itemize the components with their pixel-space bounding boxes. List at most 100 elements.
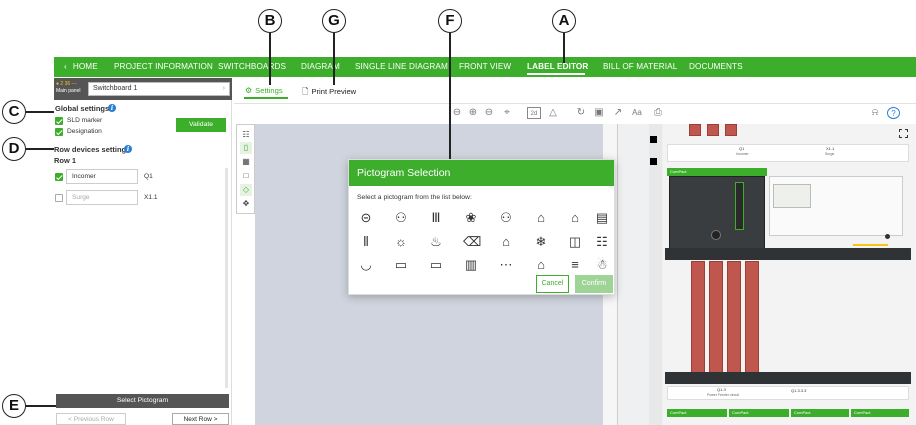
callout-g: G [322, 9, 346, 33]
nav-single-line-diagram[interactable]: SINGLE LINE DIAGRAM [355, 57, 448, 77]
label-q1333: Q1.3.3.3 [791, 388, 807, 393]
marker-square-2 [650, 158, 657, 165]
bathtub-pictogram-icon[interactable]: ◡ [358, 257, 374, 273]
garage-pictogram-icon[interactable]: ⌂ [498, 234, 514, 250]
wardrobe-pictogram-icon[interactable]: ◫ [567, 234, 583, 250]
text-icon[interactable]: Aa [631, 107, 643, 119]
incomer-breaker-knob [711, 230, 721, 240]
air-conditioner-pictogram-icon[interactable]: ▭ [428, 257, 444, 273]
grid-tool-icon[interactable]: ▦ [240, 156, 252, 168]
nav-front-view[interactable]: FRONT VIEW [459, 57, 511, 77]
water-heater-pictogram-icon[interactable]: ▭ [393, 257, 409, 273]
bottom-bolt-2 [715, 376, 719, 380]
snowflake-pictogram-icon[interactable]: ❄ [533, 234, 549, 250]
pictogram-selection-dialog: Pictogram Selection Select a pictogram f… [348, 159, 615, 295]
hierarchy-icon[interactable]: ☷ [240, 129, 252, 141]
callout-c-line [26, 111, 54, 113]
tag-tool-icon[interactable]: ◇ [240, 184, 252, 196]
book-tool-icon[interactable]: □ [240, 170, 252, 182]
incomer-checkbox[interactable] [55, 173, 63, 181]
front-view-panel: Q1 Incomer X1.1 Surge ComPact Q1.3 Power… [603, 124, 916, 425]
designation-checkbox[interactable] [55, 128, 63, 136]
incomer-device-label: ComPact [667, 168, 767, 176]
camera-icon[interactable]: ▣ [593, 107, 605, 119]
row-label: Row 1 [54, 156, 77, 165]
busbar-lower-3 [727, 261, 741, 373]
building-pictogram-icon[interactable]: ⌂ [533, 210, 549, 226]
fit-screen-icon[interactable]: ⌖ [501, 107, 513, 119]
plug-pictogram-icon[interactable]: ⌫ [463, 234, 481, 250]
settings-icon: ⚙ [245, 86, 253, 95]
floor-heating-pictogram-icon[interactable]: ≡ [567, 257, 583, 273]
previous-row-button[interactable]: < Previous Row [56, 413, 126, 425]
row-devices-info-icon[interactable]: i [124, 145, 132, 153]
switchboard-select[interactable]: Switchboard 1 › [88, 82, 230, 96]
left-panel-scrollbar[interactable] [225, 168, 228, 388]
fullscreen-icon[interactable] [899, 129, 908, 138]
incomer-id: Q1 [144, 173, 153, 180]
tabs-divider [234, 103, 916, 104]
motor-pictogram-icon[interactable]: ⊝ [358, 210, 374, 226]
nav-project-information[interactable]: PROJECT INFORMATION [114, 57, 213, 77]
label-q1-sub: Incomer [736, 152, 749, 156]
label-q13-sub: Power Feeder circuit [707, 393, 740, 397]
boiler-pictogram-icon[interactable]: ⌂ [533, 257, 549, 273]
bottom-bolt-4 [813, 376, 817, 380]
nav-switchboards[interactable]: SWITCHBOARDS [218, 57, 286, 77]
tab-settings[interactable]: ⚙ Settings [245, 86, 283, 95]
global-settings-info-icon[interactable]: i [108, 104, 116, 112]
surge-checkbox[interactable] [55, 194, 63, 202]
help-icon[interactable]: ? [887, 107, 900, 119]
house-pictogram-icon[interactable]: ⌂ [567, 210, 583, 226]
zoom-out-icon[interactable]: ⊖ [451, 107, 463, 119]
oven-pictogram-icon[interactable]: ▤ [594, 210, 610, 226]
rotate-icon[interactable]: ↻ [575, 107, 587, 119]
sld-marker-checkbox[interactable] [55, 117, 63, 125]
cancel-button[interactable]: Cancel [536, 275, 569, 293]
surge-bolt [885, 234, 890, 239]
next-row-button[interactable]: Next Row > [172, 413, 229, 425]
print-icon[interactable]: ⎙ [652, 107, 664, 119]
people-pictogram-icon[interactable]: ⚇ [498, 210, 514, 226]
confirm-button[interactable]: Confirm [575, 275, 613, 293]
radiator-pictogram-icon[interactable]: Ⅲ [428, 210, 444, 226]
nav-active-underline [527, 73, 585, 75]
select-pictogram-button[interactable]: Select Pictogram [56, 394, 229, 408]
shower-pictogram-icon[interactable]: ⫴ [358, 234, 374, 250]
dialog-title: Pictogram Selection [349, 160, 614, 186]
zoom-in-icon[interactable]: ⊕ [467, 107, 479, 119]
two-d-toggle-icon[interactable]: 2d [527, 107, 541, 119]
surge-id: X1.1 [144, 194, 158, 201]
zoom-reset-icon[interactable]: ⊖ [483, 107, 495, 119]
label-q1: Q1 [739, 146, 745, 151]
notification-bell-icon[interactable]: ⍾ [869, 107, 881, 119]
panel-badge: ● 2 36 --- Main panel [56, 81, 86, 95]
nav-documents[interactable]: DOCUMENTS [689, 57, 743, 77]
fan-pictogram-icon[interactable]: ❀ [463, 210, 479, 226]
validate-button[interactable]: Validate [176, 118, 226, 132]
heating-pictogram-icon[interactable]: ♨ [428, 234, 444, 250]
bottom-label-strip [667, 386, 909, 400]
nav-bill-of-material[interactable]: BILL OF MATERIAL [603, 57, 677, 77]
socket-strip-pictogram-icon[interactable]: ⋯ [498, 257, 514, 273]
cooktop-pictogram-icon[interactable]: ☷ [594, 234, 610, 250]
perspective-icon[interactable]: △ [547, 107, 559, 119]
callout-d: D [2, 137, 26, 161]
busbar-lower-1 [691, 261, 705, 373]
nav-home[interactable]: ‹ HOME [64, 57, 98, 77]
expand-icon[interactable]: ↗ [612, 107, 624, 119]
lightbulb-pictogram-icon[interactable]: ⚇ [393, 210, 409, 226]
callout-c: C [2, 100, 26, 124]
heater-pictogram-icon[interactable]: ▥ [463, 257, 479, 273]
tab-print-preview[interactable]: 🗋 Print Preview [302, 86, 356, 100]
rail-bolt-3 [753, 252, 757, 256]
outdoor-light-pictogram-icon[interactable]: ☼ [393, 234, 409, 250]
bottom-device-label-2: ComPact [729, 409, 789, 417]
bottom-device-label-3: ComPact [791, 409, 849, 417]
surge-field[interactable]: Surge [66, 190, 138, 205]
move-tool-icon[interactable]: ✥ [240, 198, 252, 210]
label-tool-icon[interactable]: ▯ [240, 142, 252, 154]
incomer-field[interactable]: Incomer [66, 169, 138, 184]
fountain-pictogram-icon[interactable]: ☃ [594, 257, 610, 273]
marker-square-1 [650, 136, 657, 143]
